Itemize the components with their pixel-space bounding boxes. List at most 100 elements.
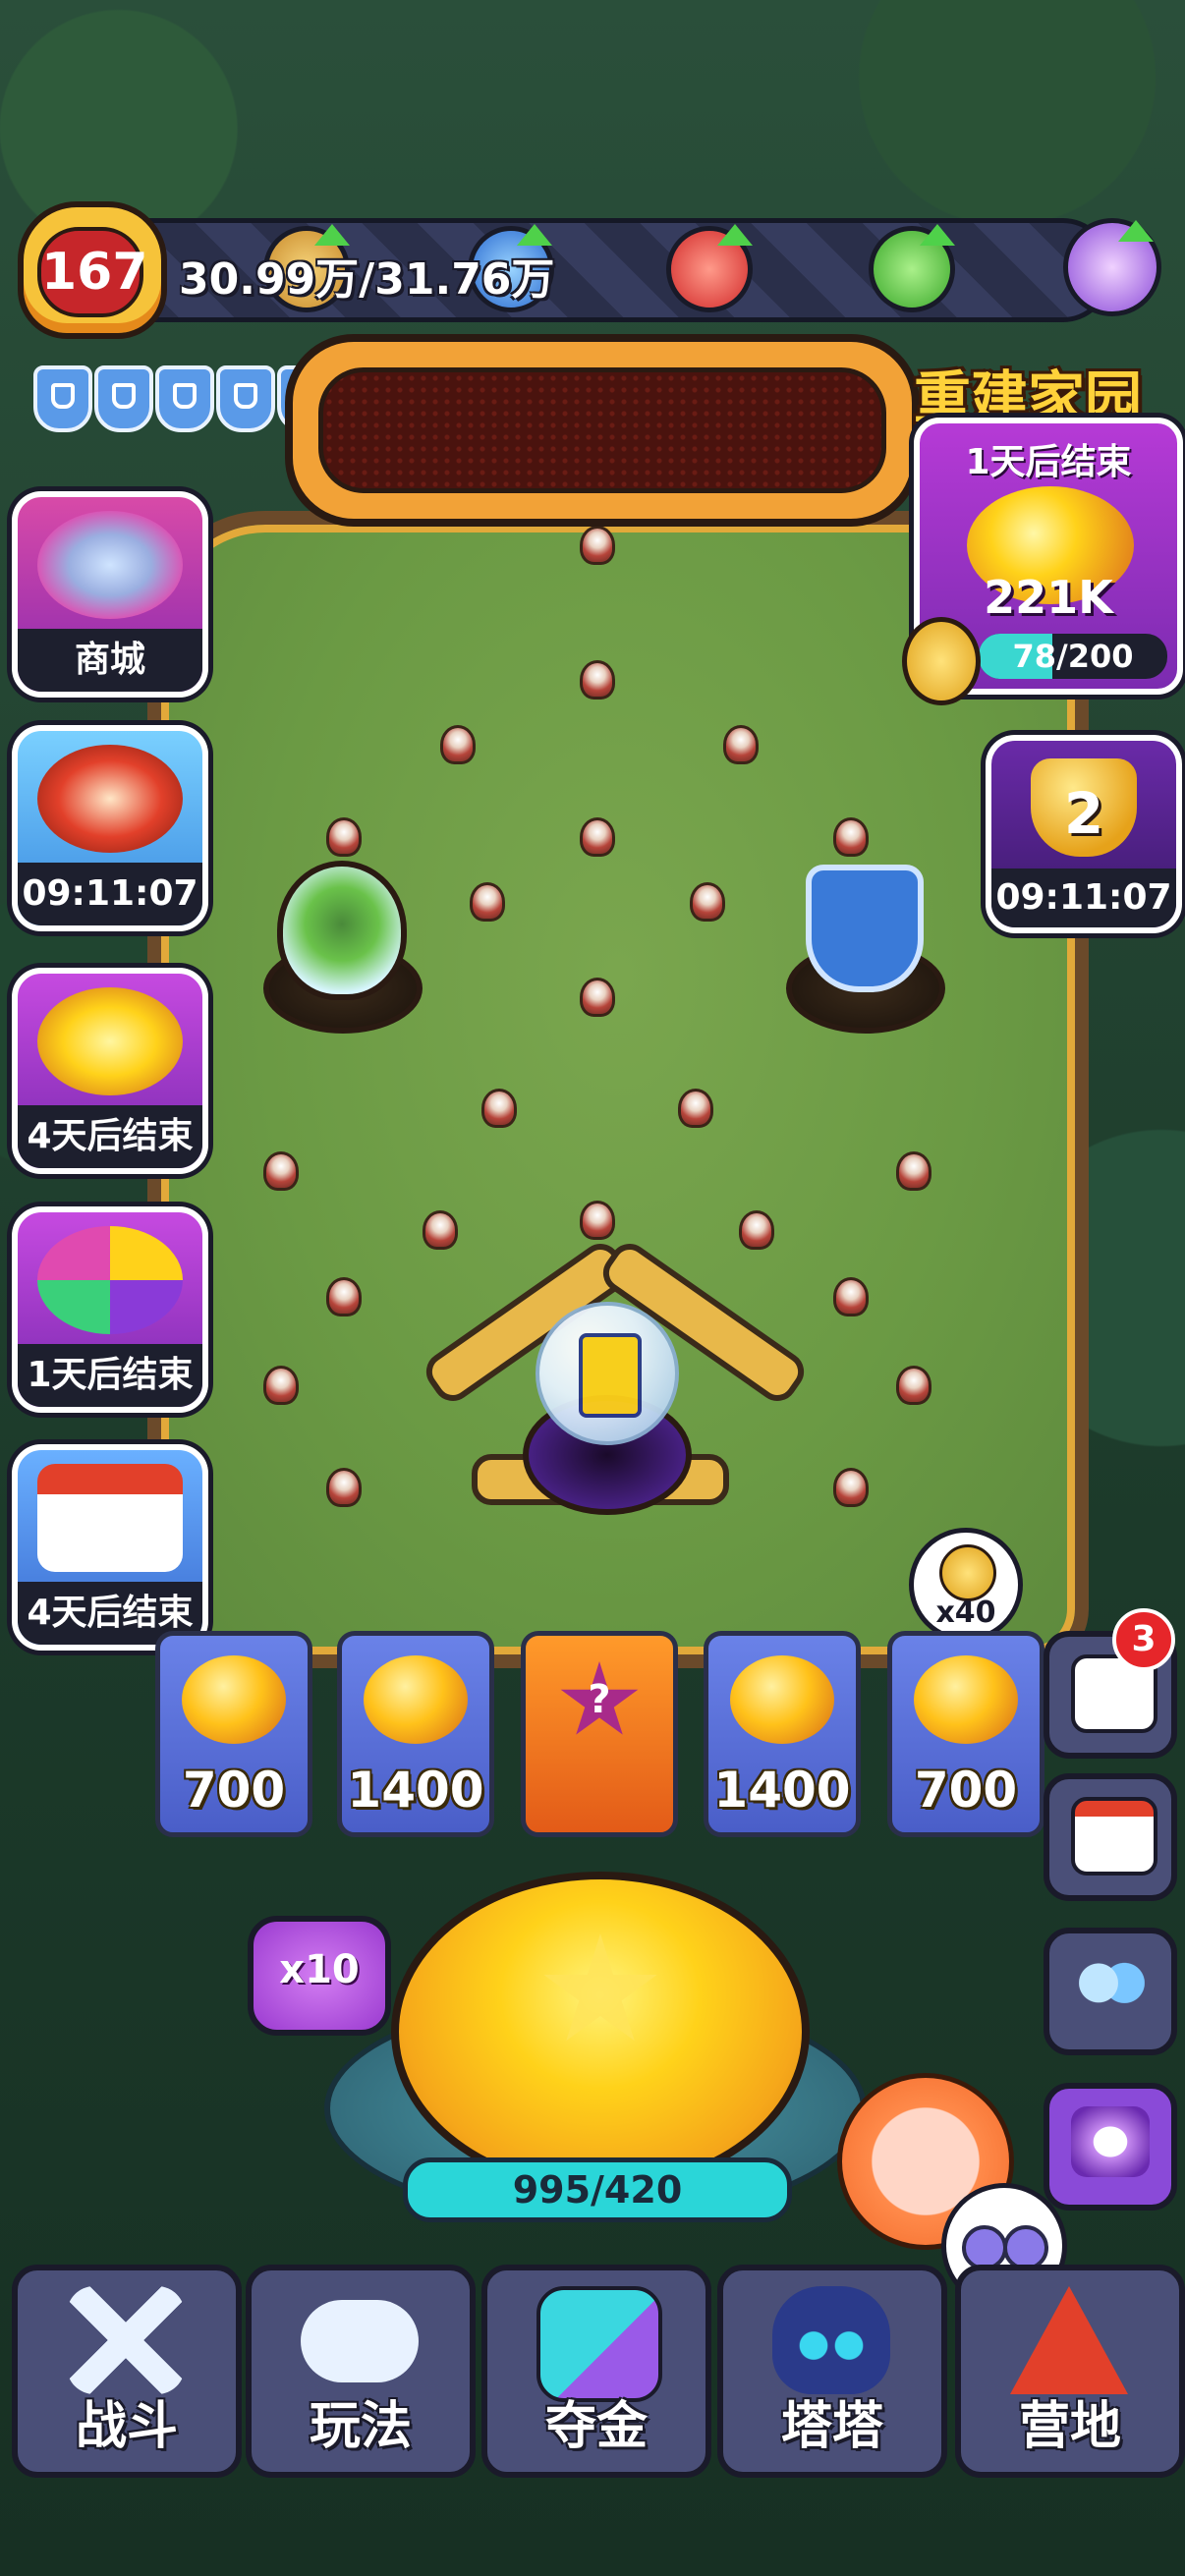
nav-label: 营地 (1018, 2397, 1121, 2456)
blue-shield-target-icon (806, 865, 924, 992)
peg (423, 1210, 458, 1250)
peg (678, 1089, 713, 1128)
multiplier-x10-button[interactable]: x10 (248, 1916, 391, 2036)
peg (326, 817, 362, 857)
nav-tata[interactable]: 塔塔 (717, 2265, 947, 2478)
peg (739, 1210, 774, 1250)
multiplier-text: x40 (935, 1596, 996, 1630)
nav-gold-rush[interactable]: 夺金 (481, 2265, 711, 2478)
rebuild-progress-bar: 78/200 (979, 634, 1167, 679)
trophy-count: 2 (1063, 780, 1104, 847)
peg (326, 1468, 362, 1507)
prize-value: 1400 (347, 1762, 484, 1819)
upgrade-arrow-icon (1118, 220, 1154, 242)
prize-value: 700 (914, 1762, 1018, 1819)
cat-mascot-icon (772, 2286, 890, 2394)
shield-icon (216, 365, 275, 432)
nav-label: 夺金 (544, 2397, 648, 2456)
rebuild-reward: 221K (984, 571, 1113, 624)
shield-icon (33, 365, 92, 432)
event-gold-cat[interactable]: 4天后结束 (12, 968, 208, 1174)
gold-pile-icon (364, 1655, 468, 1744)
gold-cat-icon (37, 987, 183, 1095)
nav-camp[interactable]: 营地 (955, 2265, 1185, 2478)
event-bird[interactable]: 09:11:07 (12, 725, 208, 931)
peg (833, 817, 869, 857)
player-level-badge[interactable]: 167 (18, 201, 167, 339)
upgrade-arrow-icon (517, 224, 552, 246)
prize-slot: 1400 (704, 1631, 861, 1837)
nav-label: 战斗 (75, 2397, 178, 2456)
marquee-screen (318, 367, 886, 493)
peg (580, 817, 615, 857)
red-bird-icon (37, 745, 183, 853)
launch-button[interactable] (391, 1872, 810, 2192)
event-shop[interactable]: 商城 (12, 491, 208, 698)
prize-value: 1400 (713, 1762, 851, 1819)
peg (580, 978, 615, 1017)
peg (896, 1151, 931, 1191)
gold-pile-icon (730, 1655, 834, 1744)
peg (440, 725, 476, 764)
shield-icon (94, 365, 153, 432)
multiplier-bubble[interactable]: x40 (909, 1528, 1023, 1642)
tasks-button[interactable] (1044, 1773, 1177, 1901)
friends-icon (1071, 1951, 1150, 2022)
crossed-swords-icon (67, 2286, 185, 2394)
gold-pile-icon (914, 1655, 1018, 1744)
ball (536, 1302, 679, 1445)
gold-pile-icon (182, 1655, 286, 1744)
prize-slot-mystery: ? (521, 1631, 678, 1837)
wheel-icon (37, 1226, 183, 1334)
prize-slot: 700 (887, 1631, 1044, 1837)
event-calendar[interactable]: 4天后结束 (12, 1444, 208, 1651)
peg (896, 1366, 931, 1405)
peg (470, 882, 505, 922)
rebuild-event-timer: 1天后结束 (965, 442, 1132, 482)
nav-battle[interactable]: 战斗 (12, 2265, 242, 2478)
gold-key-icon (902, 617, 981, 705)
shield-icon (155, 365, 214, 432)
nav-label: 玩法 (309, 2397, 412, 2456)
gold-key-icon (939, 1544, 996, 1601)
chat-badge: 3 (1112, 1608, 1175, 1671)
mystery-mark: ? (588, 1677, 611, 1722)
gift-card-icon (579, 1333, 642, 1418)
peg (263, 1151, 299, 1191)
star-icon (543, 1933, 657, 2042)
nav-play[interactable]: 玩法 (246, 2265, 476, 2478)
tent-icon (1010, 2286, 1128, 2394)
player-level: 167 (37, 227, 148, 317)
upgrade-arrow-icon (717, 224, 753, 246)
cat-badge-icon (1071, 2106, 1150, 2177)
peg (833, 1277, 869, 1316)
trophy-timer: 09:11:07 (991, 868, 1176, 927)
event-label: 1天后结束 (18, 1344, 202, 1407)
clipboard-check-icon (1071, 1797, 1157, 1876)
nav-label: 塔塔 (780, 2397, 883, 2456)
upgrade-arrow-icon (314, 224, 350, 246)
peg (723, 725, 759, 764)
rebuild-progress-text: 78/200 (1012, 638, 1134, 675)
shop-basket-icon (37, 511, 183, 619)
prize-slot: 700 (155, 1631, 312, 1837)
peg (326, 1277, 362, 1316)
peg (690, 882, 725, 922)
peg (481, 1089, 517, 1128)
gamepad-icon (301, 2300, 419, 2382)
trophy-event-card[interactable]: 2 09:11:07 (986, 735, 1182, 933)
peg (833, 1468, 869, 1507)
event-wheel[interactable]: 1天后结束 (12, 1206, 208, 1413)
peg (580, 1201, 615, 1240)
resource-amount: 30.99万/31.76万 (179, 254, 555, 305)
peg (580, 526, 615, 565)
upgrade-arrow-icon (920, 224, 955, 246)
led-marquee (285, 334, 920, 527)
friends-button[interactable] (1044, 1928, 1177, 2055)
event-label: 4天后结束 (18, 1105, 202, 1168)
energy-counter: 995/420 (403, 2157, 792, 2222)
peg (580, 660, 615, 700)
green-egg-icon (277, 861, 407, 1000)
prize-slot: 1400 (337, 1631, 494, 1837)
cat-badge-button[interactable] (1044, 2083, 1177, 2211)
